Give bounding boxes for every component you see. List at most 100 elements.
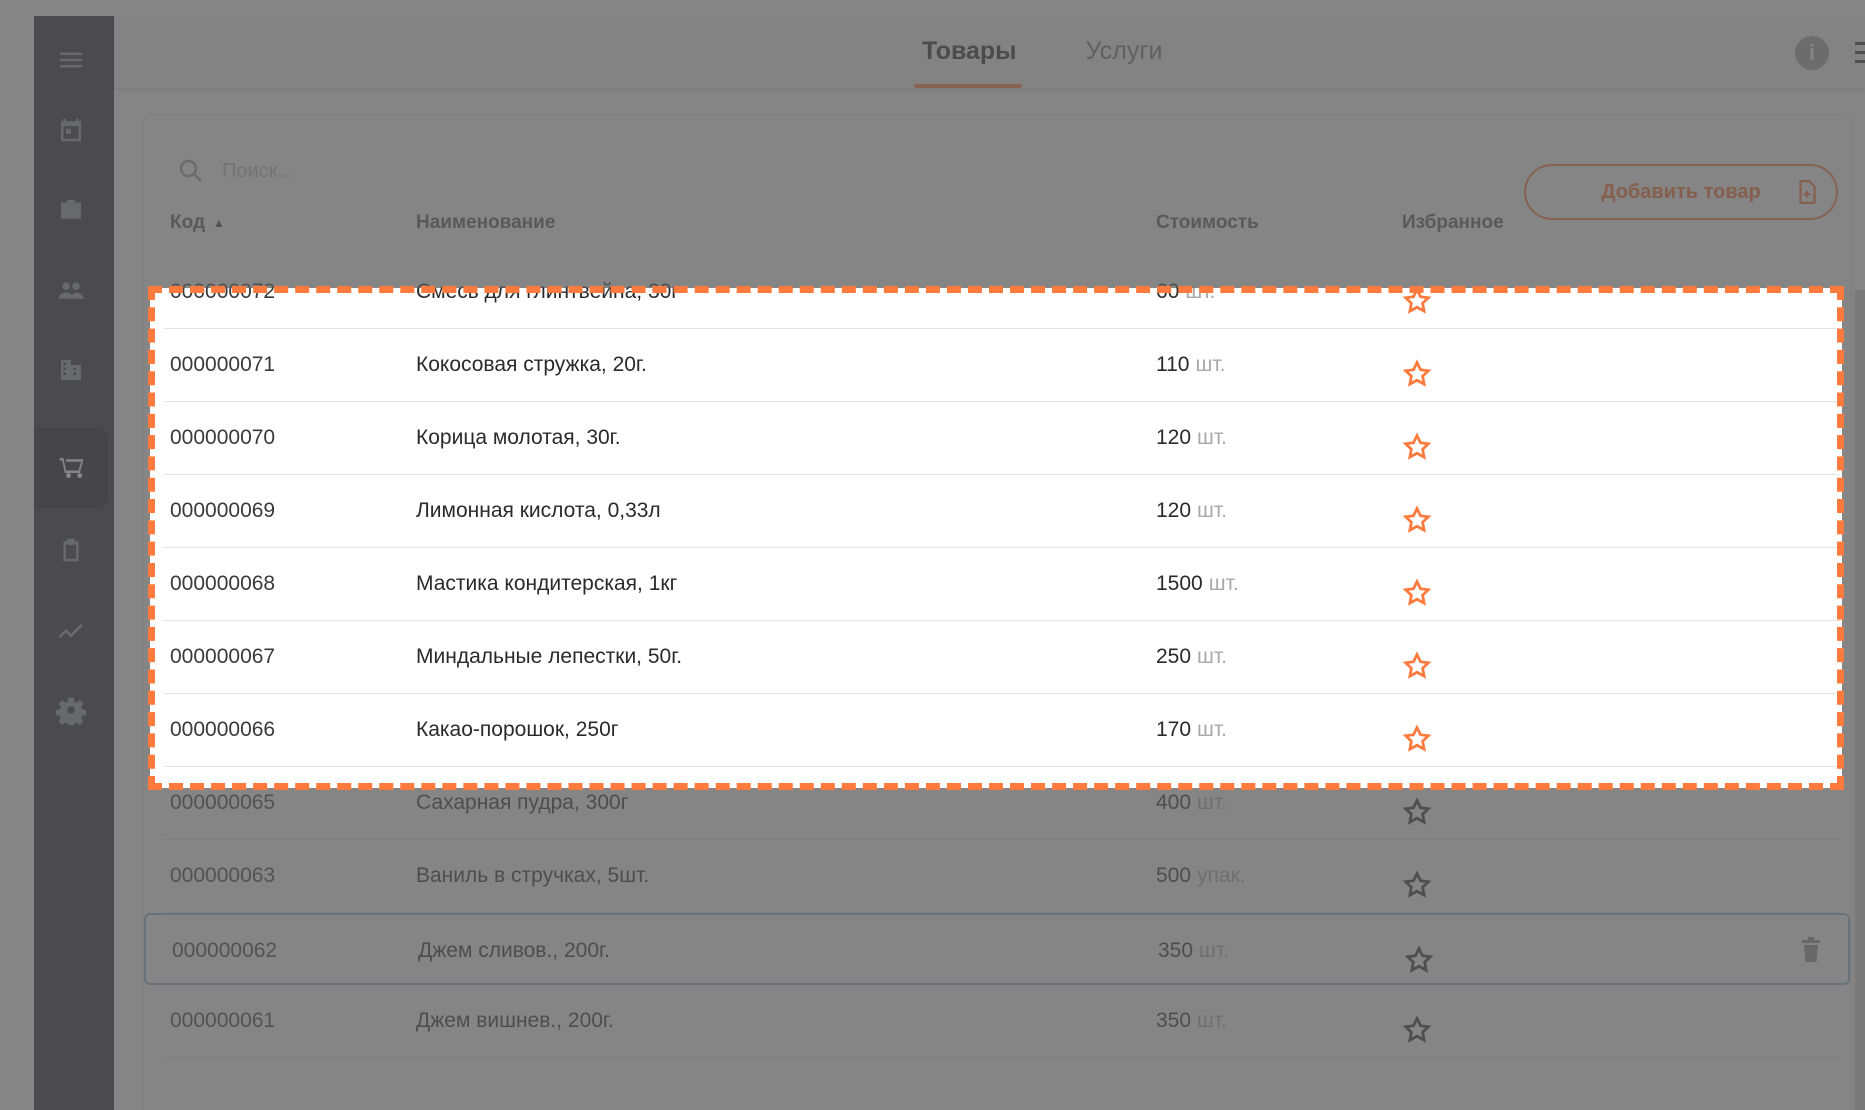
cell-price: 110 шт.: [1156, 329, 1225, 401]
price-value: 120: [1156, 426, 1192, 449]
app-window: Товары Услуги i Добавить товар Код ▲ Наим…: [34, 16, 1865, 1110]
table-row[interactable]: 000000067 Миндальные лепестки, 50г. 250 ш…: [164, 621, 1840, 694]
favorite-star-icon[interactable]: [1402, 712, 1436, 752]
tab-services[interactable]: Услуги: [1082, 16, 1166, 88]
price-unit: шт.: [1197, 718, 1228, 741]
price-value: 400: [1156, 791, 1192, 814]
top-bar: Товары Услуги i: [114, 16, 1865, 89]
cell-name: Какао-порошок, 250г: [416, 718, 619, 741]
cell-price: 170 шт.: [1156, 694, 1227, 766]
file-add-icon: [1799, 180, 1816, 204]
favorite-star-icon[interactable]: [1402, 639, 1436, 679]
sidebar-item-tasks[interactable]: [34, 510, 108, 590]
calendar-icon: [61, 118, 81, 142]
price-value: 250: [1156, 645, 1192, 668]
table-row[interactable]: 000000066 Какао-порошок, 250г 170 шт.: [164, 694, 1840, 767]
cell-price: 120 шт.: [1156, 475, 1227, 547]
cart-icon: [59, 458, 84, 479]
add-product-button[interactable]: Добавить товар: [1524, 164, 1838, 220]
price-value: 120: [1156, 499, 1192, 522]
building-icon: [61, 360, 81, 380]
column-header-favorite[interactable]: Избранное: [1402, 212, 1504, 234]
cell-name: Джем сливов., 200г.: [418, 939, 610, 962]
price-value: 170: [1156, 718, 1192, 741]
search-icon: [179, 159, 202, 182]
briefcase-icon: [61, 200, 81, 219]
info-icon[interactable]: i: [1795, 36, 1829, 70]
cell-name: Смесь для глинтвейна, 30г: [416, 280, 679, 303]
sidebar-item-clients[interactable]: [34, 250, 108, 330]
cell-name: Корица молотая, 30г.: [416, 426, 621, 449]
cell-code: 000000063: [170, 864, 276, 887]
table-row[interactable]: 000000063 Ваниль в стручках, 5шт. 500 упа…: [164, 840, 1840, 913]
cell-price: 350 шт.: [1156, 985, 1227, 1057]
cell-name: Миндальные лепестки, 50г.: [416, 645, 683, 668]
more-menu-icon[interactable]: [1853, 38, 1865, 68]
sidebar-item-settings[interactable]: [34, 670, 108, 750]
menu-icon[interactable]: [34, 20, 108, 100]
sidebar-item-calendar[interactable]: [34, 90, 108, 170]
sidebar-item-products[interactable]: [34, 428, 108, 508]
price-unit: шт.: [1199, 939, 1230, 962]
price-value: 350: [1158, 939, 1194, 962]
gear-icon: [56, 697, 86, 725]
column-header-code[interactable]: Код ▲: [170, 212, 225, 234]
table-row[interactable]: 000000061 Джем вишнев., 200г. 350 шт.: [164, 985, 1840, 1058]
table-row[interactable]: 000000071 Кокосовая стружка, 20г. 110 шт.: [164, 329, 1840, 402]
price-unit: шт.: [1197, 499, 1228, 522]
products-panel: Добавить товар Код ▲ Наименование Стоимос…: [144, 116, 1850, 1110]
price-unit: шт.: [1195, 353, 1226, 376]
table-row[interactable]: 000000070 Корица молотая, 30г. 120 шт.: [164, 402, 1840, 475]
cell-price: 500 упак.: [1156, 840, 1246, 912]
favorite-star-icon[interactable]: [1402, 420, 1436, 460]
favorite-star-icon[interactable]: [1402, 493, 1436, 533]
cell-code: 000000072: [170, 280, 276, 303]
clipboard-icon: [63, 538, 79, 562]
sort-asc-icon: ▲: [213, 215, 225, 230]
hamburger-icon: [59, 52, 83, 68]
search-box: [176, 146, 676, 196]
cell-code: 000000071: [170, 353, 276, 376]
cell-name: Кокосовая стружка, 20г.: [416, 353, 647, 376]
trend-icon: [58, 623, 83, 639]
table-row[interactable]: 000000068 Мастика кондитерская, 1кг 1500…: [164, 548, 1840, 621]
add-product-label: Добавить товар: [1601, 180, 1761, 203]
tab-products[interactable]: Товары: [914, 16, 1022, 88]
sidebar-item-company[interactable]: [34, 330, 108, 410]
column-header-name[interactable]: Наименование: [416, 212, 555, 234]
favorite-star-icon[interactable]: [1402, 274, 1436, 314]
price-unit: шт.: [1208, 572, 1239, 595]
table-row-selected[interactable]: 000000062 Джем сливов., 200г. 350 шт.: [144, 913, 1850, 985]
favorite-star-icon[interactable]: [1402, 1003, 1436, 1043]
trash-icon[interactable]: [1800, 937, 1824, 965]
favorite-star-icon[interactable]: [1402, 785, 1436, 825]
cell-price: 60 шт.: [1156, 256, 1215, 328]
cell-price: 120 шт.: [1156, 402, 1227, 474]
cell-code: 000000066: [170, 718, 276, 741]
table-row[interactable]: 000000065 Сахарная пудра, 300г 400 шт.: [164, 767, 1840, 840]
sidebar-item-work[interactable]: [34, 170, 108, 250]
cell-price: 1500 шт.: [1156, 548, 1239, 620]
column-header-price[interactable]: Стоимость: [1156, 212, 1259, 234]
favorite-star-icon[interactable]: [1404, 933, 1438, 973]
cell-name: Мастика кондитерская, 1кг: [416, 572, 678, 595]
favorite-star-icon[interactable]: [1402, 858, 1436, 898]
price-unit: упак.: [1197, 864, 1246, 887]
favorite-star-icon[interactable]: [1402, 566, 1436, 606]
table-row[interactable]: 000000069 Лимонная кислота, 0,33л 120 шт.: [164, 475, 1840, 548]
cell-code: 000000068: [170, 572, 276, 595]
price-value: 500: [1156, 864, 1192, 887]
cell-name: Ваниль в стручках, 5шт.: [416, 864, 650, 887]
sidebar-item-analytics[interactable]: [34, 590, 108, 670]
price-value: 1500: [1156, 572, 1203, 595]
cell-code: 000000067: [170, 645, 276, 668]
price-value: 110: [1156, 353, 1190, 376]
cell-price: 350 шт.: [1158, 915, 1229, 987]
search-input[interactable]: [220, 158, 624, 184]
favorite-star-icon[interactable]: [1402, 347, 1436, 387]
cell-price: 400 шт.: [1156, 767, 1227, 839]
cell-name: Лимонная кислота, 0,33л: [416, 499, 661, 522]
table-row[interactable]: 000000072 Смесь для глинтвейна, 30г 60 шт…: [164, 256, 1840, 329]
price-unit: шт.: [1197, 1009, 1228, 1032]
cell-code: 000000065: [170, 791, 276, 814]
